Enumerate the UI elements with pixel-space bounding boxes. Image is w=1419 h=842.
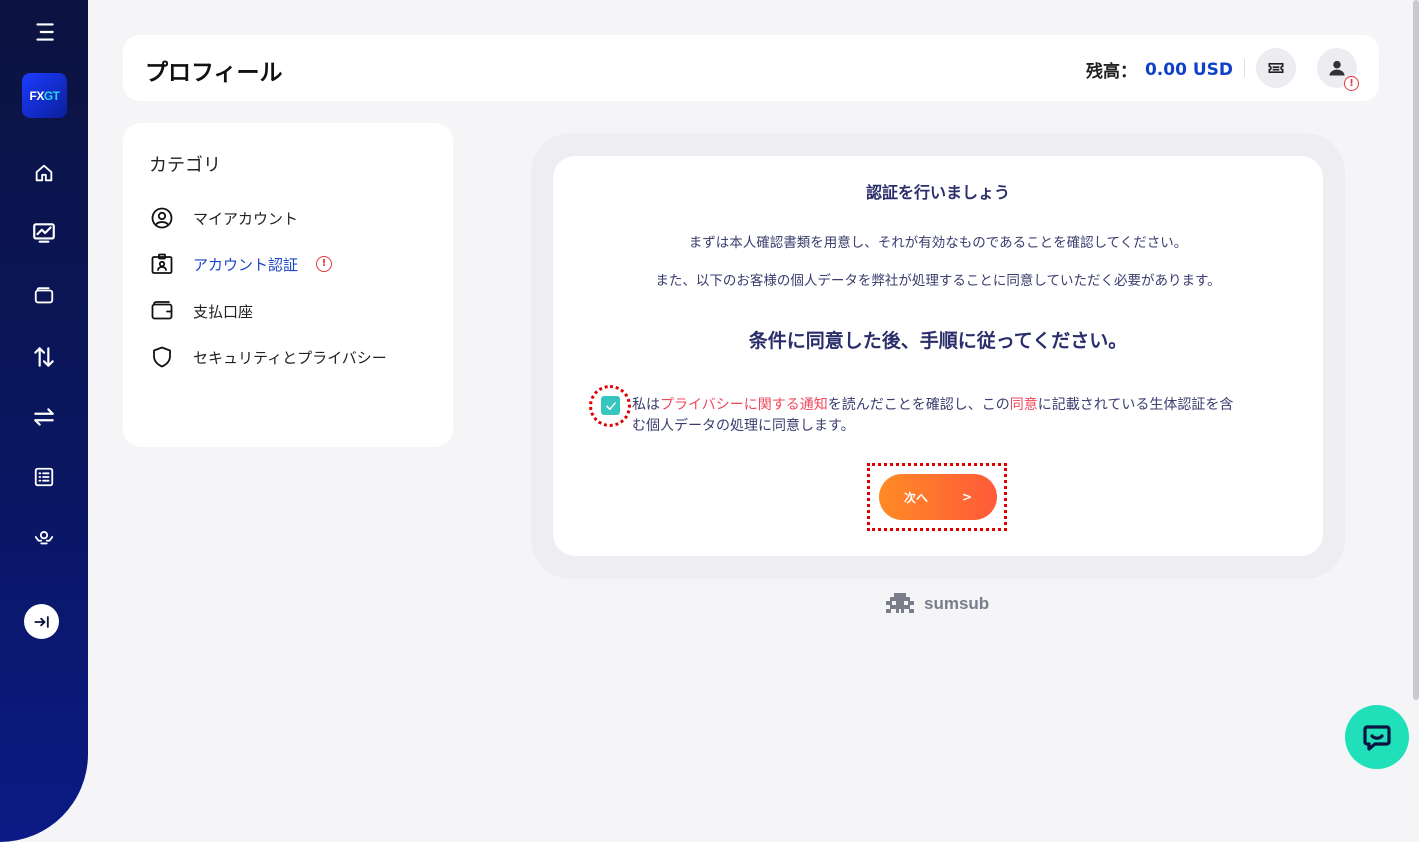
category-item-label: マイアカウント — [193, 209, 299, 228]
logo-gt-text: GT — [43, 88, 60, 103]
page-title: プロフィール — [145, 60, 283, 86]
category-item-security-privacy[interactable]: セキュリティとプライバシー — [149, 343, 387, 371]
user-icon — [1329, 60, 1345, 76]
privacy-notice-link[interactable]: プライバシーに関する通知 — [660, 397, 828, 413]
header-divider — [1244, 59, 1245, 77]
sumsub-label: sumsub — [924, 594, 990, 613]
next-button-label: 次へ — [903, 490, 928, 505]
consent-link[interactable]: 同意 — [1010, 397, 1038, 413]
profile-button[interactable]: ! — [1317, 48, 1359, 91]
balance-label: 残高： — [1085, 62, 1137, 82]
ib-icon[interactable] — [20, 517, 68, 557]
verification-text-2: また、以下のお客様の個人データを弊社が処理することに同意していただく必要がありま… — [655, 273, 1221, 289]
chat-button[interactable] — [1345, 705, 1409, 769]
category-item-my-account[interactable]: マイアカウント — [149, 204, 298, 232]
chat-icon — [1363, 725, 1391, 751]
user-circle-icon — [149, 205, 175, 231]
category-item-label: セキュリティとプライバシー — [193, 348, 387, 367]
verification-card: 認証を行いましょう まずは本人確認書類を用意し、それが有効なものであることを確認… — [553, 156, 1323, 556]
balance-value: 0.00 USD — [1144, 59, 1233, 80]
home-icon[interactable] — [20, 153, 68, 193]
transfer-vertical-icon[interactable] — [20, 337, 68, 377]
sidebar: FX GT — [0, 0, 88, 842]
page-scrollbar[interactable] — [1413, 0, 1419, 700]
consent-part-1: 私は — [632, 397, 660, 413]
category-panel: カテゴリ マイアカウント アカウント認証 ! 支払口座 セキュリティとプライバシ… — [123, 123, 453, 447]
alert-icon: ! — [1344, 76, 1359, 91]
verification-text-1: まずは本人確認書類を用意し、それが有効なものであることを確認してください。 — [688, 235, 1188, 251]
consent-part-2: を読んだことを確認し、この — [827, 397, 1010, 413]
category-item-label: アカウント認証 — [193, 255, 299, 274]
fxgt-logo[interactable]: FX GT — [22, 73, 67, 118]
category-item-account-verification[interactable]: アカウント認証 ! — [149, 250, 333, 278]
balance-display: 残高： 0.00 USD — [1085, 57, 1233, 83]
chevron-right-icon: > — [961, 490, 973, 504]
wallet-icon[interactable] — [20, 276, 68, 316]
arrow-right-bar-icon — [33, 615, 49, 628]
category-item-label: 支払口座 — [193, 302, 254, 321]
alert-icon: ! — [316, 256, 333, 272]
menu-icon[interactable] — [20, 12, 68, 52]
exchange-icon[interactable] — [20, 397, 68, 437]
id-card-icon — [149, 251, 175, 277]
checkbox-highlight — [589, 385, 631, 427]
consent-text: 私はプライバシーに関する通知を読んだことを確認し、この同意に記載されている生体認… — [600, 395, 1240, 437]
category-item-payment-account[interactable]: 支払口座 — [149, 297, 253, 325]
ticket-button[interactable] — [1256, 48, 1296, 88]
shield-icon — [149, 344, 175, 370]
category-title: カテゴリ — [149, 155, 221, 176]
verification-title: 認証を行いましょう — [865, 183, 1010, 202]
wallet-icon — [149, 298, 175, 324]
sumsub-logo: sumsub — [882, 590, 989, 618]
next-button[interactable]: 次へ > — [879, 474, 997, 520]
logo-fx-text: FX — [29, 88, 44, 103]
verification-subtitle: 条件に同意した後、手順に従ってください。 — [748, 330, 1128, 352]
sumsub-icon — [886, 593, 914, 613]
ticket-icon — [1268, 63, 1284, 73]
list-icon[interactable] — [20, 457, 68, 497]
chart-icon[interactable] — [20, 213, 68, 253]
top-header: プロフィール 残高： 0.00 USD ! — [123, 35, 1379, 101]
collapse-sidebar-button[interactable] — [24, 604, 59, 639]
